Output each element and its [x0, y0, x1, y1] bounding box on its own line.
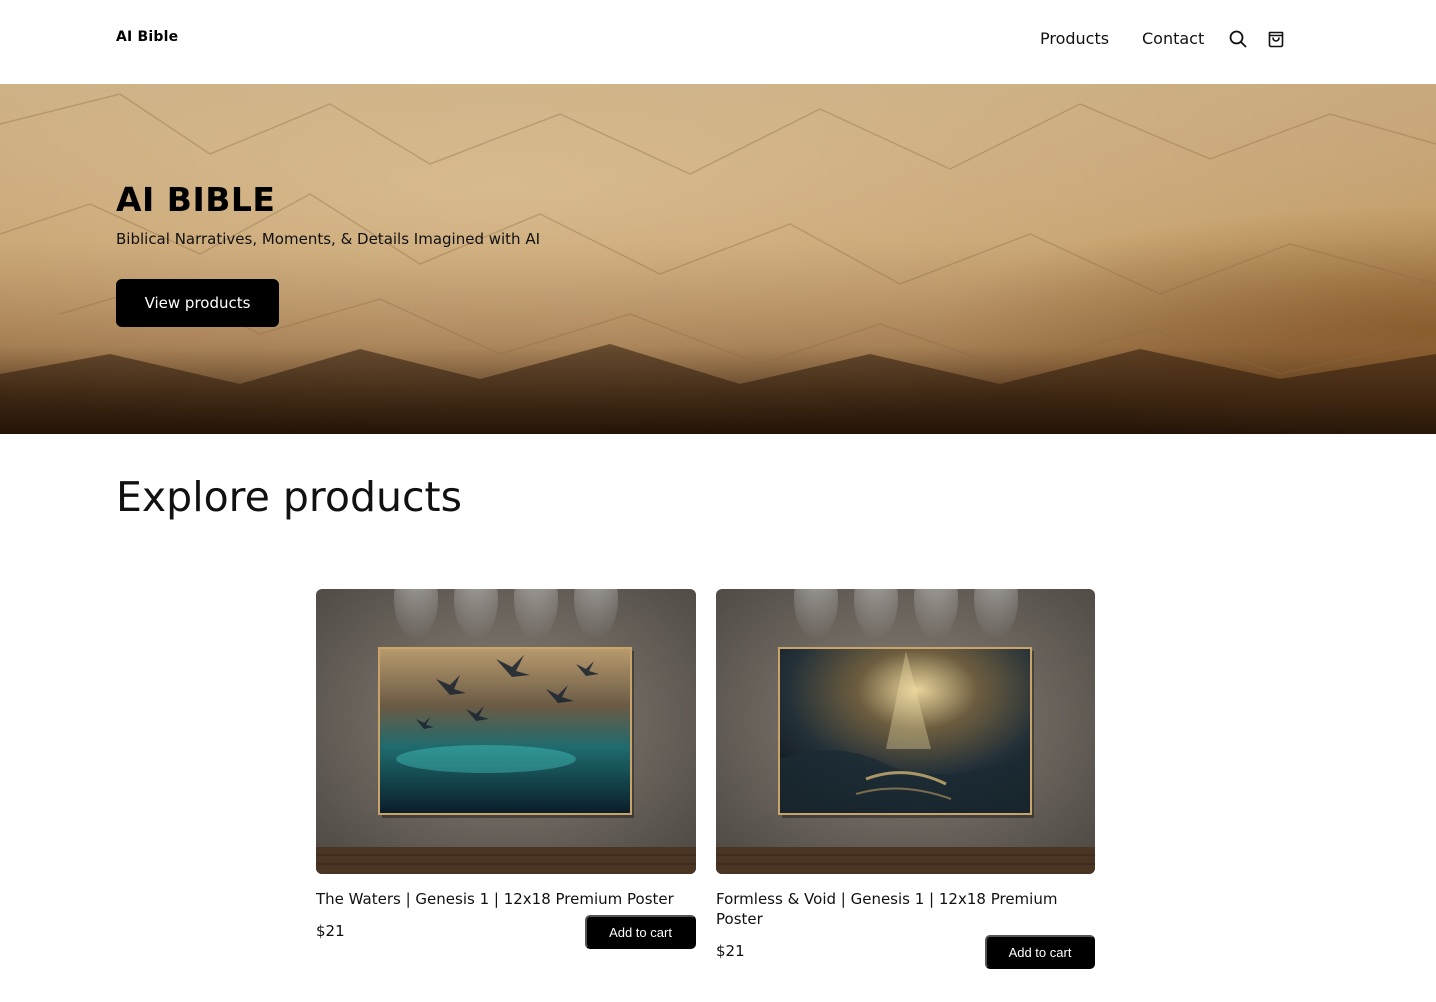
nav-link-contact[interactable]: Contact [1142, 29, 1204, 48]
product-price: $21 [716, 942, 745, 960]
site-header: AI Bible Products Contact [0, 0, 1436, 84]
cart-button[interactable] [1266, 29, 1286, 49]
shopping-bag-icon [1266, 29, 1286, 49]
hero-title: AI BIBLE [116, 180, 276, 219]
product-title[interactable]: The Waters | Genesis 1 | 12x18 Premium P… [316, 889, 696, 909]
search-button[interactable] [1228, 29, 1248, 49]
view-products-button[interactable]: View products [116, 279, 279, 327]
product-image[interactable] [316, 589, 696, 874]
product-card: Formless & Void | Genesis 1 | 12x18 Prem… [716, 589, 1095, 969]
hero-subtitle: Biblical Narratives, Moments, & Details … [116, 230, 541, 248]
add-to-cart-button[interactable]: Add to cart [985, 935, 1095, 969]
product-title[interactable]: Formless & Void | Genesis 1 | 12x18 Prem… [716, 889, 1095, 929]
nav-link-products[interactable]: Products [1040, 29, 1109, 48]
search-icon [1228, 29, 1248, 49]
product-card: The Waters | Genesis 1 | 12x18 Premium P… [316, 589, 696, 949]
hero-background-image [0, 84, 1436, 434]
hero-banner: AI BIBLE Biblical Narratives, Moments, &… [0, 84, 1436, 434]
product-price: $21 [316, 922, 345, 940]
product-image[interactable] [716, 589, 1095, 874]
add-to-cart-button[interactable]: Add to cart [585, 915, 696, 949]
section-title: Explore products [116, 473, 462, 521]
site-logo[interactable]: AI Bible [116, 29, 178, 45]
